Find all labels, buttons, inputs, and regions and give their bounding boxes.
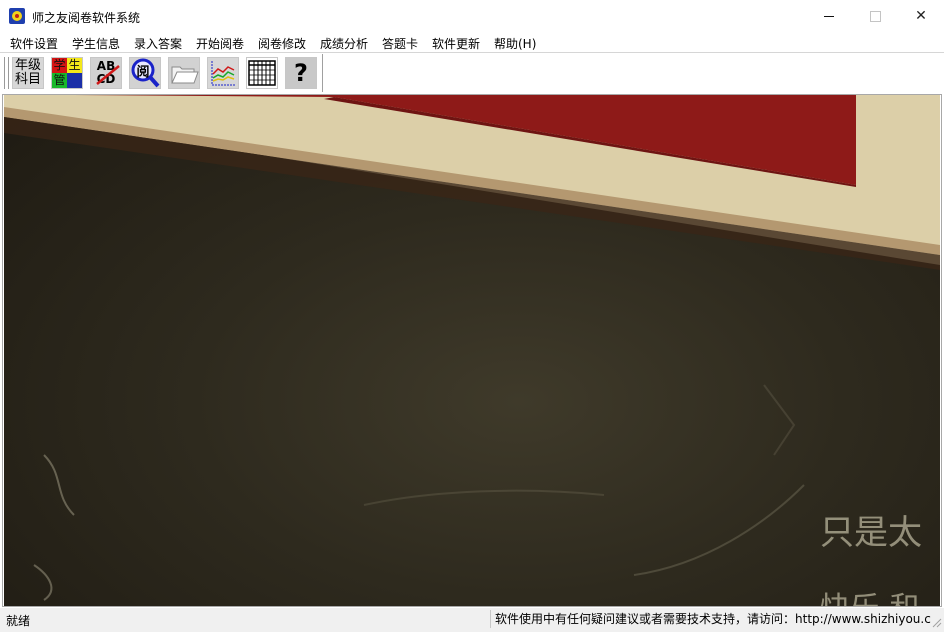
maximize-button[interactable] bbox=[852, 0, 898, 32]
student-management-button[interactable]: 学 生 管 bbox=[51, 57, 83, 89]
window-title: 师之友阅卷软件系统 bbox=[32, 11, 141, 25]
title-bar[interactable]: 师之友阅卷软件系统 ✕ bbox=[0, 0, 944, 32]
magnifier-icon: 阅 bbox=[130, 58, 160, 88]
maximize-icon bbox=[869, 10, 881, 22]
menu-start-marking[interactable]: 开始阅卷 bbox=[196, 35, 244, 52]
close-button[interactable]: ✕ bbox=[898, 0, 944, 32]
menu-help[interactable]: 帮助(H) bbox=[494, 35, 536, 52]
score-analysis-button[interactable] bbox=[207, 57, 239, 89]
answer-entry-icon: AB CD bbox=[91, 58, 121, 88]
table-grid-icon bbox=[248, 60, 276, 86]
line-chart-icon bbox=[211, 61, 236, 86]
menu-marking-edit[interactable]: 阅卷修改 bbox=[258, 35, 306, 52]
menu-enter-answers[interactable]: 录入答案 bbox=[134, 35, 182, 52]
status-ready-text: 就绪 bbox=[6, 614, 31, 628]
menu-score-analysis[interactable]: 成绩分析 bbox=[320, 35, 368, 52]
grade-subject-button[interactable]: 年级 科目 bbox=[12, 57, 44, 89]
size-grip-icon[interactable] bbox=[930, 616, 942, 628]
minimize-button[interactable] bbox=[806, 0, 852, 32]
grade-subject-icon: 年级 科目 bbox=[14, 58, 41, 87]
start-marking-button[interactable]: 阅 bbox=[129, 57, 161, 89]
chalkboard-background: 只是太 快乐 和 bbox=[4, 95, 940, 606]
answer-sheet-button[interactable] bbox=[246, 57, 278, 89]
answer-entry-button[interactable]: AB CD bbox=[90, 57, 122, 89]
menu-student-info[interactable]: 学生信息 bbox=[72, 35, 120, 52]
question-mark-icon: ? bbox=[294, 59, 308, 87]
close-icon: ✕ bbox=[915, 8, 927, 24]
student-management-icon: 学 生 管 bbox=[52, 58, 82, 88]
menu-answer-sheet[interactable]: 答题卡 bbox=[382, 35, 418, 52]
help-button[interactable]: ? bbox=[285, 57, 317, 89]
chalk-text-top: 只是太 bbox=[820, 513, 922, 553]
toolbar: 年级 科目 学 生 管 AB CD 阅 ? bbox=[0, 52, 944, 95]
status-bar: 就绪 软件使用中有任何疑问建议或者需要技术支持，请访问：http://www.s… bbox=[0, 608, 944, 632]
menu-software-update[interactable]: 软件更新 bbox=[432, 35, 480, 52]
menu-bar: 软件设置 学生信息 录入答案 开始阅卷 阅卷修改 成绩分析 答题卡 软件更新 帮… bbox=[0, 32, 944, 52]
toolbar-grip[interactable] bbox=[4, 57, 9, 89]
chalk-text-bottom: 快乐 和 bbox=[820, 583, 920, 606]
folder-icon bbox=[171, 66, 199, 84]
chalkboard-image bbox=[4, 95, 940, 601]
menu-settings[interactable]: 软件设置 bbox=[10, 35, 58, 52]
app-icon[interactable] bbox=[9, 8, 25, 24]
status-support-text: 软件使用中有任何疑问建议或者需要技术支持，请访问：http://www.shiz… bbox=[490, 610, 931, 628]
open-folder-button[interactable] bbox=[168, 57, 200, 89]
minimize-icon bbox=[824, 15, 834, 17]
